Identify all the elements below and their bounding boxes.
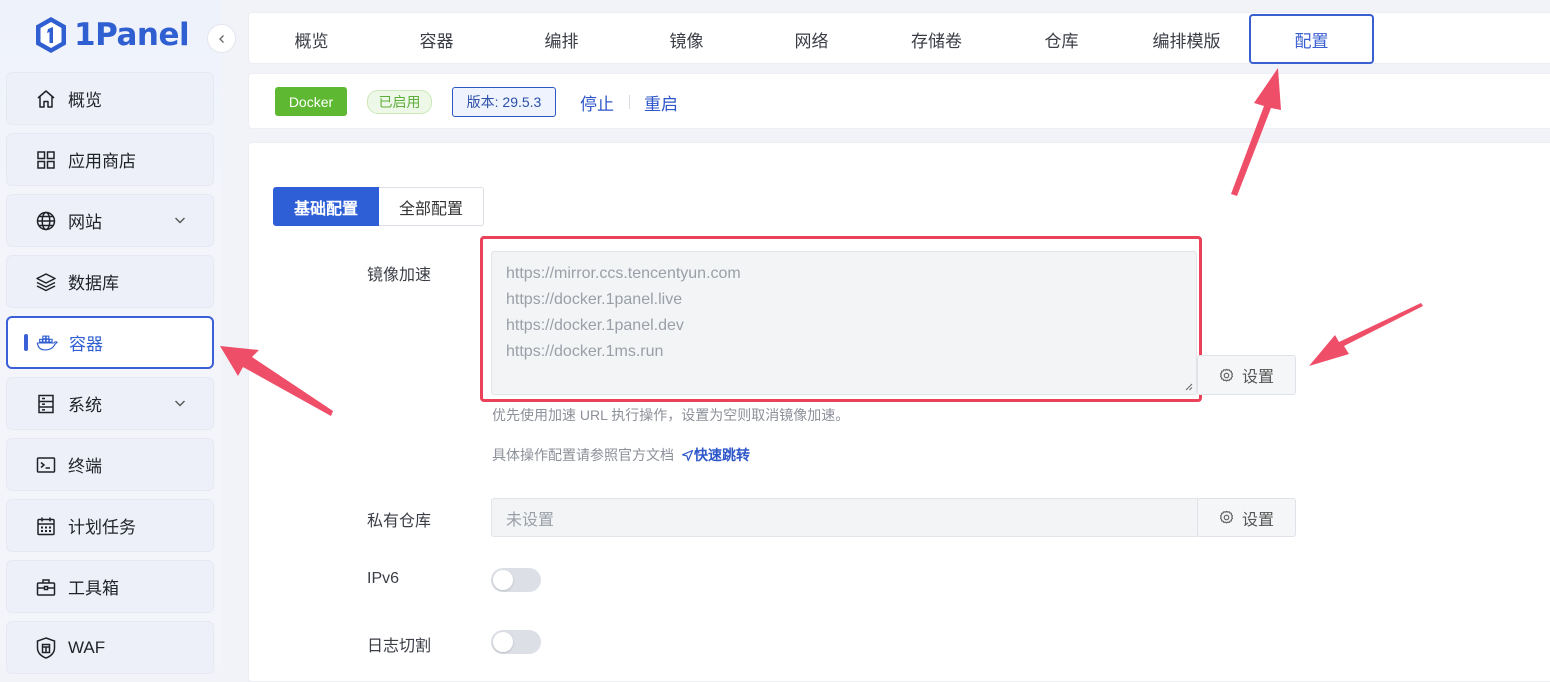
mirror-help-text: 优先使用加速 URL 执行操作，设置为空则取消镜像加速。 [492, 407, 850, 423]
tab-volumes[interactable]: 存储卷 [874, 13, 999, 65]
terminal-icon [35, 454, 57, 476]
shield-icon [35, 636, 57, 659]
private-registry-placeholder: 未设置 [506, 511, 555, 529]
sidebar-item-toolbox[interactable]: 工具箱 [6, 560, 214, 613]
logo-hexagon-icon [36, 17, 66, 53]
mirror-set-button[interactable]: 设置 [1197, 355, 1296, 395]
sidebar: 1Panel 概览 应用商店 网站 数据库 容器 系统 终端 计划任务 工具箱 … [0, 0, 236, 674]
docker-icon [36, 332, 58, 354]
sidebar-item-cron[interactable]: 计划任务 [6, 499, 214, 552]
sidebar-item-app-store[interactable]: 应用商店 [6, 133, 214, 186]
tab-networks[interactable]: 网络 [749, 13, 874, 65]
tab-settings[interactable]: 配置 [1249, 14, 1374, 64]
toggle-knob [493, 632, 513, 652]
set-button-label: 设置 [1241, 511, 1274, 529]
sidebar-item-label: 终端 [68, 457, 102, 476]
apps-grid-icon [35, 149, 57, 171]
doc-hint: 具体操作配置请参照官方文档 快速跳转 [492, 445, 750, 465]
sidebar-item-label: 应用商店 [68, 152, 136, 171]
chevron-left-icon [218, 34, 224, 43]
sidebar-item-label: 计划任务 [68, 518, 136, 537]
private-registry-input[interactable]: 未设置 [491, 498, 1198, 537]
sidebar-item-label: 数据库 [68, 274, 119, 293]
home-icon [35, 88, 57, 110]
ipv6-label: IPv6 [367, 570, 400, 587]
logo-text: 1Panel [74, 17, 190, 53]
tab-images[interactable]: 镜像 [624, 13, 749, 65]
toolbox-icon [35, 576, 57, 598]
sidebar-item-label: 网站 [68, 213, 102, 232]
version-badge: 版本: 29.5.3 [452, 87, 556, 117]
tab-containers[interactable]: 容器 [374, 13, 499, 65]
sidebar-item-waf[interactable]: WAF [6, 621, 214, 674]
sidebar-menu: 概览 应用商店 网站 数据库 容器 系统 终端 计划任务 工具箱 WAF [6, 72, 214, 682]
sidebar-item-label: 容器 [69, 335, 103, 354]
tab-overview[interactable]: 概览 [249, 13, 374, 65]
calendar-icon [35, 515, 57, 537]
app-logo[interactable]: 1Panel [34, 14, 190, 56]
ipv6-toggle[interactable] [491, 568, 541, 592]
active-indicator [24, 334, 28, 351]
divider [629, 95, 630, 109]
server-icon [35, 393, 57, 415]
log-rotate-label: 日志切割 [367, 638, 432, 655]
layers-icon [35, 271, 57, 293]
private-registry-set-button[interactable]: 设置 [1197, 498, 1296, 537]
quick-jump-label: 快速跳转 [694, 447, 750, 463]
chevron-down-icon [175, 400, 185, 407]
sidebar-item-terminal[interactable]: 终端 [6, 438, 214, 491]
toggle-knob [493, 570, 513, 590]
sidebar-item-container[interactable]: 容器 [6, 316, 214, 369]
sidebar-item-label: 概览 [68, 91, 102, 110]
container-tabs: 概览 容器 编排 镜像 网络 存储卷 仓库 编排模版 配置 [248, 12, 1550, 64]
sidebar-item-website[interactable]: 网站 [6, 194, 214, 247]
navigation-arrow-icon [681, 449, 694, 461]
log-rotate-toggle[interactable] [491, 630, 541, 654]
set-button-label: 设置 [1241, 369, 1274, 386]
sidebar-item-label: WAF [68, 637, 106, 657]
all-config-button[interactable]: 全部配置 [379, 187, 485, 226]
quick-jump-link[interactable]: 快速跳转 [681, 445, 750, 465]
collapse-sidebar-button[interactable] [207, 24, 236, 53]
private-registry-label: 私有仓库 [367, 513, 432, 530]
restart-button[interactable]: 重启 [644, 90, 678, 115]
sidebar-item-database[interactable]: 数据库 [6, 255, 214, 308]
gear-icon [1219, 368, 1234, 382]
chevron-down-icon [175, 217, 185, 224]
docker-status-bar: Docker 已启用 版本: 29.5.3 停止 重启 [248, 73, 1550, 129]
highlight-box [480, 236, 1202, 402]
config-mode-switch: 基础配置 全部配置 [273, 187, 485, 226]
doc-hint-text: 具体操作配置请参照官方文档 [492, 447, 674, 463]
sidebar-item-system[interactable]: 系统 [6, 377, 214, 430]
sidebar-item-overview[interactable]: 概览 [6, 72, 214, 125]
stop-button[interactable]: 停止 [580, 90, 614, 115]
sidebar-item-label: 工具箱 [68, 579, 119, 598]
tab-repositories[interactable]: 仓库 [999, 13, 1124, 65]
gear-icon [1219, 510, 1234, 524]
basic-config-button[interactable]: 基础配置 [273, 187, 380, 226]
sidebar-item-label: 系统 [68, 396, 102, 415]
config-panel: 基础配置 全部配置 镜像加速 https://mirror.ccs.tencen… [248, 142, 1550, 682]
mirror-label: 镜像加速 [367, 267, 432, 284]
status-badge: 已启用 [367, 90, 432, 114]
tab-compose-templates[interactable]: 编排模版 [1124, 13, 1249, 65]
docker-tag: Docker [275, 87, 347, 116]
globe-icon [35, 210, 57, 232]
tab-compose[interactable]: 编排 [499, 13, 624, 65]
